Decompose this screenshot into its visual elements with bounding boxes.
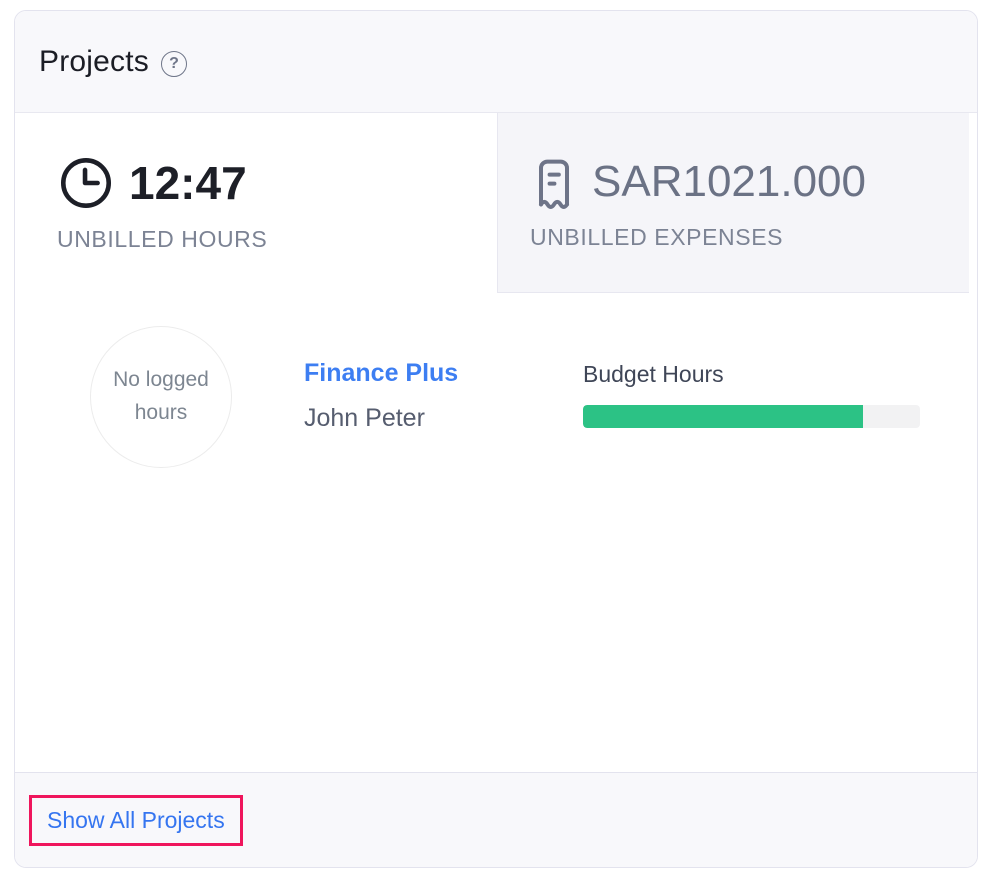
widget-header: Projects ?	[15, 11, 977, 113]
tab-unbilled-hours[interactable]: 12:47 UNBILLED HOURS	[15, 113, 497, 293]
tab-unbilled-expenses[interactable]: SAR1021.000 UNBILLED EXPENSES	[497, 113, 969, 293]
stat-tabs: 12:47 UNBILLED HOURS SAR1021.000 UNBILLE…	[15, 113, 977, 293]
budget-hours-label: Budget Hours	[583, 361, 920, 388]
budget-hours-section: Budget Hours	[583, 361, 920, 428]
stat-value: SAR1021.000	[592, 157, 866, 207]
budget-progress-fill	[583, 405, 863, 428]
budget-progress	[583, 405, 920, 428]
receipt-icon	[530, 154, 578, 210]
project-info: Finance Plus John Peter	[304, 359, 458, 433]
projects-widget: Projects ? 12:47 UNBILLED HOURS	[14, 10, 978, 868]
highlight-box: Show All Projects	[29, 795, 243, 846]
show-all-projects-link[interactable]: Show All Projects	[47, 807, 225, 833]
clock-icon	[57, 154, 115, 212]
stat-value: 12:47	[129, 156, 247, 210]
help-icon[interactable]: ?	[161, 51, 187, 77]
logged-hours-placeholder: No logged hours	[106, 364, 216, 429]
stat-label: UNBILLED EXPENSES	[530, 224, 969, 251]
stat-label: UNBILLED HOURS	[57, 226, 497, 253]
widget-footer: Show All Projects	[15, 772, 977, 867]
page-title: Projects	[39, 45, 149, 79]
logged-hours-circle: No logged hours	[90, 326, 232, 468]
customer-name: John Peter	[304, 404, 458, 433]
projects-list: No logged hours Finance Plus John Peter …	[15, 293, 977, 772]
project-name-link[interactable]: Finance Plus	[304, 359, 458, 388]
